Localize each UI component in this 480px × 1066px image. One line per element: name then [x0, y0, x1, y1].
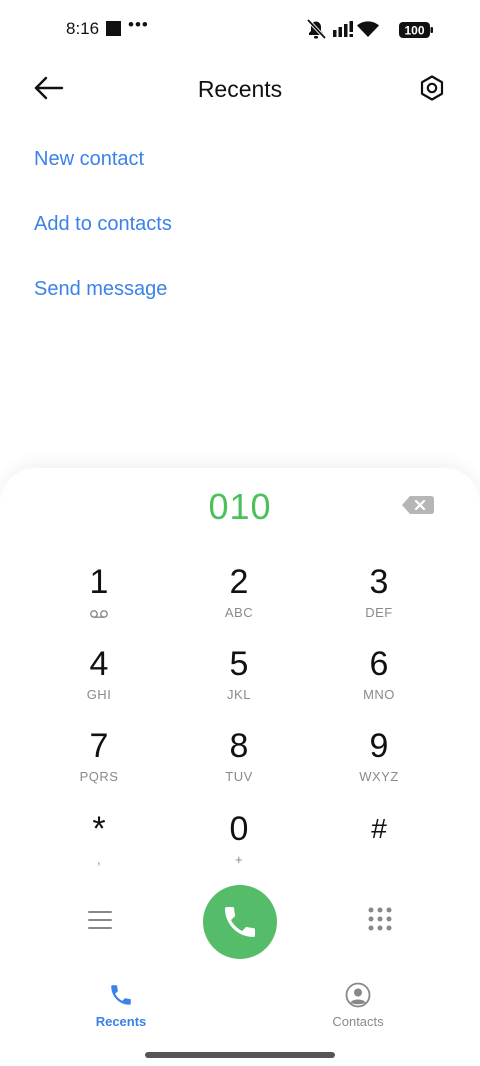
more-notifications-icon: •••: [128, 15, 149, 34]
key-digit: *: [92, 810, 106, 848]
menu-icon: [88, 911, 112, 929]
gear-icon: [420, 75, 444, 101]
key-digit: 5: [229, 645, 249, 683]
key-digit: 7: [89, 727, 109, 765]
key-1[interactable]: 1: [39, 563, 159, 643]
silent-bell-icon: [306, 18, 327, 40]
key-digit: #: [371, 813, 387, 844]
home-indicator[interactable]: [145, 1052, 335, 1058]
key-7[interactable]: 7 PQRS: [39, 727, 159, 807]
key-0[interactable]: 0 +: [179, 810, 299, 890]
key-letters: DEF: [365, 605, 393, 620]
key-8[interactable]: 8 TUV: [179, 727, 299, 807]
key-letters: MNO: [363, 687, 395, 702]
key-letters: +: [234, 852, 244, 867]
key-letters: JKL: [227, 687, 251, 702]
svg-text:100: 100: [404, 24, 424, 38]
tab-contacts[interactable]: Contacts: [298, 978, 418, 1032]
key-letters: ,: [96, 852, 102, 867]
header: Recents: [0, 60, 480, 120]
key-digit: 8: [229, 727, 249, 765]
call-button[interactable]: [203, 885, 277, 959]
key-letters: ABC: [224, 605, 254, 620]
phone-icon: [225, 907, 255, 937]
signal-icon: [333, 21, 353, 37]
backspace-button[interactable]: [400, 493, 436, 517]
settings-button[interactable]: [412, 68, 452, 108]
backspace-icon: [402, 496, 434, 514]
wifi-icon: [357, 21, 379, 37]
key-digit: 0: [229, 810, 249, 848]
keypad-icon: [368, 907, 392, 931]
status-time: 8:16: [66, 19, 100, 38]
key-4[interactable]: 4 GHI: [39, 645, 159, 725]
phone-icon: [111, 985, 131, 1005]
tab-contacts-label: Contacts: [332, 1014, 384, 1029]
status-bar: 8:16 ••• 100: [0, 0, 480, 60]
key-star[interactable]: * ,: [39, 810, 159, 890]
key-digit: 3: [369, 563, 389, 601]
key-digit: 9: [369, 727, 389, 765]
key-hash[interactable]: #: [319, 810, 439, 890]
key-digit: 1: [89, 563, 109, 601]
status-icons: 100: [306, 18, 433, 40]
notification-square-icon: [106, 21, 121, 36]
person-icon: [345, 982, 371, 1008]
key-3[interactable]: 3 DEF: [319, 563, 439, 643]
key-2[interactable]: 2 ABC: [179, 563, 299, 643]
key-letters: TUV: [225, 769, 253, 784]
voicemail-icon: [90, 610, 108, 618]
key-digit: 4: [89, 645, 109, 683]
key-5[interactable]: 5 JKL: [179, 645, 299, 725]
key-9[interactable]: 9 WXYZ: [319, 727, 439, 807]
key-letters: PQRS: [79, 769, 119, 784]
key-digit: 6: [369, 645, 389, 683]
page-title: Recents: [197, 76, 283, 102]
battery-icon: 100: [399, 22, 433, 38]
tab-recents[interactable]: Recents: [61, 978, 181, 1032]
keypad-toggle-button[interactable]: [364, 904, 396, 936]
key-digit: 2: [229, 563, 249, 601]
new-contact-link[interactable]: New contact: [34, 148, 144, 171]
menu-button[interactable]: [84, 904, 116, 936]
send-message-link[interactable]: Send message: [34, 278, 167, 301]
add-to-contacts-link[interactable]: Add to contacts: [34, 213, 172, 236]
tab-recents-label: Recents: [95, 1014, 147, 1029]
key-letters: WXYZ: [359, 769, 399, 784]
key-letters: GHI: [86, 687, 112, 702]
key-6[interactable]: 6 MNO: [319, 645, 439, 725]
